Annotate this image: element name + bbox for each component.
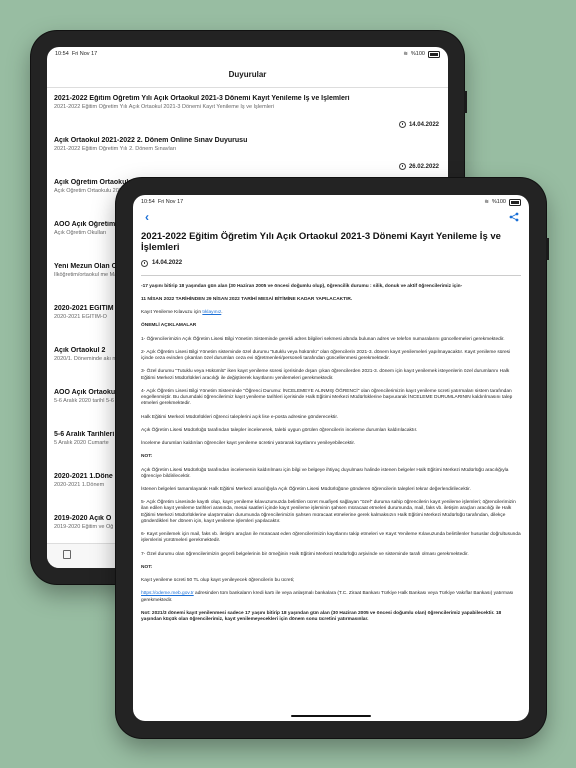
list-item[interactable]: Açık Ortaokul 2021-2022 2. Dönem Online …	[47, 131, 448, 173]
clock-icon	[398, 121, 406, 128]
battery-icon	[428, 50, 440, 58]
list-item-date: 14.04.2022	[398, 121, 439, 128]
payment-url-link[interactable]: https://odeme.meb.gov.tr	[141, 591, 194, 596]
home-indicator	[291, 714, 371, 717]
paragraph: -17 yaşını bitirip 18 yaşından gün alan …	[141, 283, 463, 289]
list-item-date: 26.02.2022	[398, 163, 439, 170]
nav-bar: Duyurular	[47, 61, 448, 88]
battery-percent: %100	[491, 199, 506, 205]
detail-content: 2021-2022 Eğitim Öğretim Yılı Açık Ortao…	[141, 231, 521, 713]
wifi-icon: ≋	[484, 199, 489, 205]
side-button	[546, 238, 549, 260]
paragraph: 11 NİSAN 2022 TARİHİNDEN 29 NİSAN 2022 T…	[141, 297, 353, 303]
list-item[interactable]: 2021-2022 Eğitim Öğretim Yılı Açık Ortao…	[47, 89, 448, 131]
status-bar: 10:54 Fri Nov 17 ≋ %100	[133, 195, 529, 209]
ipad-front-frame: 10:54 Fri Nov 17 ≋ %100 ‹ 2021-2022 Eğit…	[116, 178, 549, 738]
status-date: Fri Nov 17	[157, 199, 184, 205]
side-button	[464, 91, 467, 113]
wifi-icon: ≋	[403, 51, 408, 57]
detail-date-text: 14.04.2022	[152, 260, 183, 267]
paragraph: İstenen belgeleri tamamlayarak Halk Eğit…	[141, 487, 471, 492]
share-icon[interactable]	[509, 212, 519, 222]
battery-percent: %100	[410, 51, 425, 57]
clock-icon	[141, 259, 148, 267]
paragraph: NOT:	[141, 564, 153, 570]
battery-icon	[509, 198, 521, 206]
paragraph: ÖNEMLİ AÇIKLAMALAR	[141, 323, 197, 329]
paragraph: Halk Eğitimi Merkezi Müdürlükleri öğrenc…	[141, 414, 339, 420]
paragraph: 3- Özel durumu "Tutuklu veya Hükümlü" ik…	[141, 369, 510, 381]
status-right: ≋ %100	[403, 50, 440, 58]
paragraph: 4- Açık Öğretim Lisesi Bilgi Yönetim Sis…	[141, 388, 513, 407]
divider	[141, 274, 521, 276]
guide-link[interactable]: tıklayınız	[202, 310, 221, 315]
book-icon[interactable]	[63, 550, 71, 559]
list-item-subtitle: 2021-2022 Eğitim Öğretim Yılı Açık Ortao…	[54, 103, 275, 110]
list-item-date-text: 26.02.2022	[408, 163, 439, 170]
list-item-subtitle: 2021-2022 Eğitim Öğretim Yılı 2. Dönem S…	[54, 145, 177, 152]
paragraph: Kayıt Yenileme Kılavuzu için tıklayınız.	[141, 310, 223, 316]
paragraph: Kayıt yenileme ücreti 50 TL olup kayıt y…	[141, 578, 295, 584]
paragraph: Not: 2021/3 dönemi kayıt yenilenmesi sad…	[141, 610, 502, 623]
status-date: Fri Nov 17	[71, 51, 98, 57]
status-time: 10:54	[141, 199, 155, 205]
paragraph: NOT:	[141, 454, 153, 460]
paragraph: 6- Kayıt yenilemek için mail, faks vb. i…	[141, 532, 521, 544]
clock-icon	[398, 163, 406, 170]
list-item-date-text: 14.04.2022	[408, 121, 439, 128]
list-item-title: Açık Ortaokul 2021-2022 2. Dönem Online …	[54, 137, 248, 144]
status-time: 10:54	[55, 51, 69, 57]
back-chevron-icon[interactable]: ‹	[145, 210, 149, 224]
paragraph: Açık Öğretim Lisesi Müdürlüğü tarafından…	[141, 427, 418, 433]
status-time-date: 10:54 Fri Nov 17	[55, 51, 97, 57]
detail-body: -17 yaşını bitirip 18 yaşından gün alan …	[141, 284, 521, 624]
status-right: ≋ %100	[484, 198, 521, 206]
detail-nav-bar: ‹	[133, 209, 529, 227]
status-time-date: 10:54 Fri Nov 17	[141, 199, 183, 205]
paragraph: 7- Özel durumu olan öğrencilerimizin geç…	[141, 551, 469, 557]
detail-title: 2021-2022 Eğitim Öğretim Yılı Açık Ortao…	[141, 231, 501, 254]
paragraph: 2- Açık Öğretim Lisesi Bilgi Yönetim sis…	[141, 349, 511, 362]
paragraph: 5- Açık Öğretim Lisesinde kayıtlı olup, …	[141, 500, 516, 524]
detail-date: 14.04.2022	[141, 259, 521, 267]
paragraph: Açık Öğretim Lisesi Müdürlüğü tarafından…	[141, 467, 509, 479]
status-bar: 10:54 Fri Nov 17 ≋ %100	[47, 47, 448, 61]
paragraph: 1- Öğrencilerimizin Açık Öğretim Lisesi …	[141, 336, 505, 342]
list-item-title: 2021-2022 Eğitim Öğretim Yılı Açık Ortao…	[54, 95, 350, 102]
front-screen: 10:54 Fri Nov 17 ≋ %100 ‹ 2021-2022 Eğit…	[133, 195, 529, 721]
paragraph: İnceleme durumları kaldırılan öğrenciler…	[141, 441, 356, 447]
nav-title: Duyurular	[228, 69, 267, 79]
paragraph: https://odeme.meb.gov.tr adresinden tüm …	[141, 591, 514, 603]
